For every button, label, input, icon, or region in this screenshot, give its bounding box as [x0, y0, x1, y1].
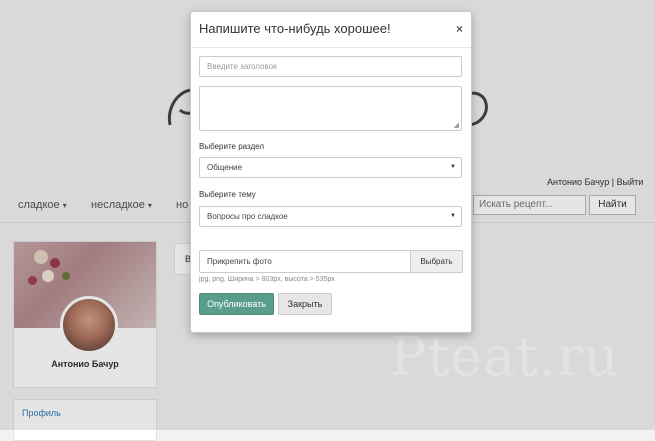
modal-header: Напишите что-нибудь хорошее! ×	[191, 12, 471, 48]
choose-file-button[interactable]: Выбрать	[410, 250, 463, 273]
resize-handle-icon[interactable]: ◢	[454, 121, 459, 129]
close-icon[interactable]: ×	[456, 22, 463, 36]
modal-title: Напишите что-нибудь хорошее!	[199, 21, 391, 36]
dropdown-arrow-icon: ▼	[450, 213, 456, 219]
publish-button[interactable]: Опубликовать	[199, 293, 274, 315]
topic-select[interactable]: Вопросы про сладкое ▼	[199, 206, 462, 227]
section-select-value: Общение	[207, 163, 243, 172]
close-button[interactable]: Закрыть	[278, 293, 332, 315]
section-label: Выберите раздел	[199, 142, 265, 151]
post-title-input[interactable]: Введите заголовок	[199, 56, 462, 77]
post-body-textarea[interactable]: ◢	[199, 86, 462, 131]
dropdown-arrow-icon: ▼	[450, 164, 456, 170]
topic-select-value: Вопросы про сладкое	[207, 212, 288, 221]
file-upload-hint: jpg, png. Ширина > 803px, высота > 535px	[199, 276, 335, 283]
file-upload: Прикрепить фото Выбрать	[199, 250, 463, 273]
topic-label: Выберите тему	[199, 190, 256, 199]
section-select[interactable]: Общение ▼	[199, 157, 462, 178]
file-upload-field[interactable]: Прикрепить фото	[199, 250, 410, 273]
new-post-modal: Напишите что-нибудь хорошее! × Введите з…	[190, 11, 472, 333]
